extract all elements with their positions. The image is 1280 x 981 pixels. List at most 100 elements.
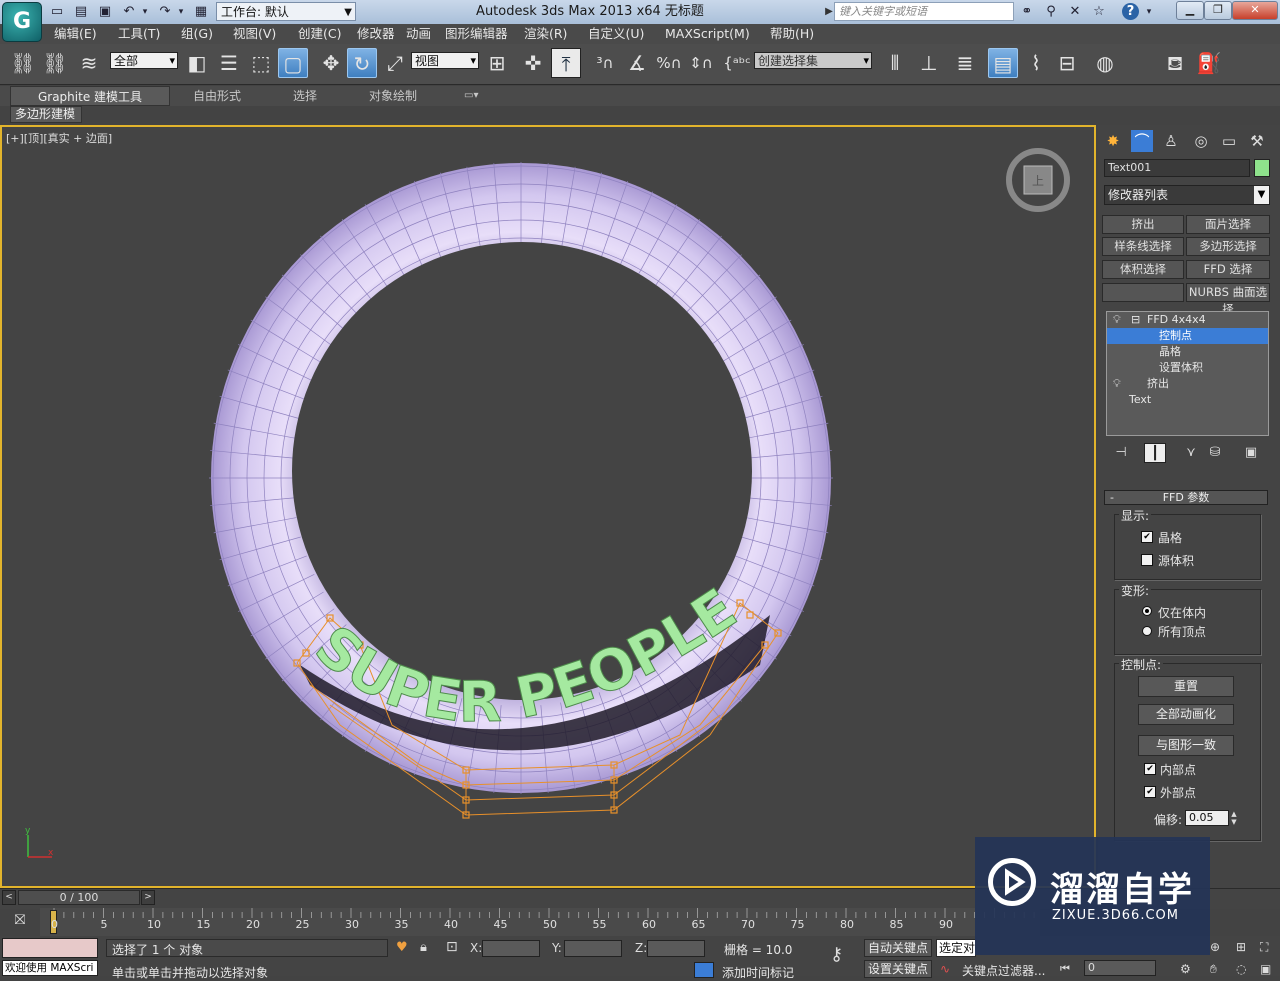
- source-volume-checkbox[interactable]: [1141, 554, 1153, 566]
- maxscript-welcome[interactable]: 欢迎使用 MAXScri: [2, 960, 98, 976]
- select-and-manipulate-icon[interactable]: ✜: [518, 48, 548, 78]
- menu-views[interactable]: 视图(V): [233, 24, 276, 44]
- tab-freeform[interactable]: 自由形式: [193, 86, 241, 106]
- inside-points-checkbox[interactable]: ✔: [1144, 763, 1156, 775]
- tab-graphite-modeling[interactable]: Graphite 建模工具: [10, 86, 170, 106]
- utilities-tab-icon[interactable]: ⚒: [1246, 130, 1268, 152]
- z-coord-field[interactable]: [647, 940, 705, 957]
- tab-selection[interactable]: 选择: [293, 86, 317, 106]
- select-object-icon[interactable]: ◧: [182, 48, 212, 78]
- time-slider[interactable]: 0 / 100: [18, 890, 140, 905]
- object-color-swatch[interactable]: [1254, 159, 1270, 177]
- selection-filter-dropdown[interactable]: 全部: [110, 52, 178, 69]
- menu-group[interactable]: 组(G): [181, 24, 213, 44]
- stack-item[interactable]: Text: [1107, 392, 1268, 408]
- lattice-checkbox[interactable]: ✔: [1141, 531, 1153, 543]
- maximize-viewport-icon[interactable]: ▣: [1260, 962, 1271, 976]
- create-tab-icon[interactable]: ✸: [1102, 130, 1124, 152]
- selected-objects-dropdown[interactable]: 选定对象: [936, 939, 976, 957]
- menu-tools[interactable]: 工具(T): [118, 24, 160, 44]
- snaps-toggle-icon[interactable]: ³∩: [590, 48, 620, 78]
- edit-named-selection-icon[interactable]: {ᵃᵇᶜ: [722, 48, 752, 78]
- conform-to-shape-button[interactable]: 与图形一致: [1138, 735, 1234, 756]
- stack-item[interactable]: 晶格: [1107, 344, 1268, 360]
- all-vertices-radio[interactable]: [1142, 626, 1152, 636]
- percent-snap-icon[interactable]: %∩: [654, 48, 684, 78]
- poly-select-button[interactable]: 多边形选择: [1186, 237, 1270, 256]
- search-input[interactable]: 键入关键字或短语: [834, 2, 1014, 21]
- patch-select-button[interactable]: 面片选择: [1186, 215, 1270, 234]
- named-selection-dropdown[interactable]: 创建选择集: [754, 52, 872, 69]
- mirror-icon[interactable]: ⫴: [880, 48, 910, 78]
- stack-item[interactable]: 设置体积: [1107, 360, 1268, 376]
- nurbs-select-button[interactable]: NURBS 曲面选择: [1186, 283, 1270, 316]
- set-key-icon[interactable]: ⚷: [830, 944, 843, 965]
- orbit-icon[interactable]: ◌: [1236, 962, 1246, 976]
- isolate-selection-icon[interactable]: ♥: [396, 940, 408, 955]
- redo-dropdown-icon[interactable]: ▾: [176, 3, 186, 21]
- next-frame-arrow-icon[interactable]: >: [141, 890, 155, 905]
- current-frame-field[interactable]: 0: [1084, 960, 1156, 976]
- absolute-mode-icon[interactable]: ⊡: [446, 939, 458, 955]
- schematic-view-icon[interactable]: ⊟: [1052, 48, 1082, 78]
- stack-item[interactable]: 💡︎ 挤出: [1107, 376, 1268, 392]
- display-tab-icon[interactable]: ▭: [1218, 130, 1240, 152]
- tab-object-paint[interactable]: 对象绘制: [369, 86, 417, 106]
- goto-start-icon[interactable]: ⏮: [1060, 962, 1070, 976]
- offset-spinner-arrows-icon[interactable]: ▲ ▼: [1229, 810, 1239, 826]
- subscription-icon[interactable]: ⚲: [1042, 3, 1060, 21]
- menu-customize[interactable]: 自定义(U): [588, 24, 644, 44]
- chevron-down-icon[interactable]: ▼: [1254, 186, 1269, 204]
- stack-item[interactable]: 控制点: [1107, 328, 1268, 344]
- offset-spinner-field[interactable]: 0.05: [1185, 810, 1229, 826]
- layer-manager-icon[interactable]: ≣: [950, 48, 980, 78]
- spline-select-button[interactable]: 样条线选择: [1102, 237, 1184, 256]
- menu-graph-editors[interactable]: 图形编辑器: [445, 24, 508, 44]
- only-in-volume-radio[interactable]: [1142, 606, 1152, 616]
- make-unique-icon[interactable]: ⋎: [1180, 443, 1202, 463]
- y-coord-field[interactable]: [564, 940, 622, 957]
- workspace-select[interactable]: 工作台: 默认 ▼: [216, 2, 356, 21]
- modify-tab-icon[interactable]: ⌒: [1131, 130, 1153, 152]
- rectangular-selection-icon[interactable]: ⬚: [246, 48, 276, 78]
- open-file-icon[interactable]: ▤: [72, 3, 90, 21]
- select-and-link-icon[interactable]: ⛓: [8, 48, 38, 78]
- project-folder-icon[interactable]: ▦: [192, 3, 210, 21]
- hierarchy-tab-icon[interactable]: ♙: [1160, 130, 1182, 152]
- animate-all-button[interactable]: 全部动画化: [1138, 704, 1234, 725]
- minimize-button[interactable]: ▁: [1176, 1, 1204, 20]
- communication-center-icon[interactable]: ✕: [1066, 3, 1084, 21]
- mini-curve-editor-icon[interactable]: ⛝: [6, 912, 34, 932]
- auto-key-button[interactable]: 自动关键点: [864, 939, 932, 957]
- select-and-move-icon[interactable]: ✥: [316, 48, 346, 78]
- new-file-icon[interactable]: ▭: [48, 3, 66, 21]
- x-coord-field[interactable]: [482, 940, 540, 957]
- align-icon[interactable]: ⊥: [914, 48, 944, 78]
- help-dropdown-icon[interactable]: ▾: [1140, 3, 1158, 21]
- add-time-tag-button[interactable]: 添加时间标记: [722, 964, 794, 981]
- modifier-list-dropdown[interactable]: 修改器列表: [1104, 185, 1270, 205]
- selection-lock-icon[interactable]: 🔒︎: [420, 940, 427, 955]
- favorites-star-icon[interactable]: ☆: [1090, 3, 1108, 21]
- viewcube[interactable]: 上: [1006, 148, 1070, 212]
- menu-create[interactable]: 创建(C): [298, 24, 341, 44]
- set-key-button[interactable]: 设置关键点: [864, 960, 932, 978]
- remove-modifier-icon[interactable]: ⛁: [1204, 443, 1226, 463]
- motion-tab-icon[interactable]: ◎: [1190, 130, 1212, 152]
- help-icon[interactable]: ?: [1122, 3, 1139, 20]
- select-and-scale-icon[interactable]: ⤢: [380, 48, 410, 78]
- collapse-icon[interactable]: ⊟: [1131, 312, 1140, 328]
- render-teapot-icon[interactable]: ⛽: [1194, 48, 1224, 78]
- curve-editor-icon[interactable]: ⌇: [1021, 48, 1051, 78]
- zoom-extents-icon[interactable]: ⛶: [1260, 940, 1268, 955]
- redo-icon[interactable]: ↷: [156, 3, 174, 21]
- pin-stack-icon[interactable]: ⊣: [1110, 443, 1132, 463]
- zoom-icon[interactable]: ⊕: [1210, 940, 1220, 954]
- graphite-toggle-icon[interactable]: ▤: [988, 48, 1018, 78]
- ffd-select-button[interactable]: FFD 选择: [1186, 260, 1270, 279]
- spinner-snap-icon[interactable]: ⇕∩: [686, 48, 716, 78]
- unlink-icon[interactable]: ⛓: [40, 48, 70, 78]
- configure-modifier-sets-icon[interactable]: ▣: [1240, 443, 1262, 463]
- menu-animation[interactable]: 动画: [406, 24, 431, 44]
- time-config-icon[interactable]: ⚙: [1180, 962, 1191, 976]
